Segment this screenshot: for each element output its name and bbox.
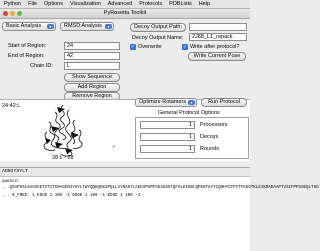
analysis-combo-label: Basic Analysis bbox=[6, 23, 42, 29]
close-window-icon[interactable] bbox=[3, 11, 8, 16]
sequence-label: quence: bbox=[2, 180, 20, 184]
region-list-item[interactable]: 24:42:L bbox=[2, 103, 20, 109]
start-region-input[interactable]: 24 bbox=[64, 42, 120, 50]
sequence-output-area[interactable]: ADNIYSYLT quence: ...QSAPSSLSASVGETVTITC… bbox=[0, 167, 319, 251]
window-title: PyRosetta Toolkit bbox=[103, 10, 147, 16]
region-panel: Basic Analysis ▾ RMSD Analysis ▾ Start o… bbox=[0, 19, 125, 101]
axis-marker: ✦ bbox=[112, 144, 116, 149]
menu-options[interactable]: Options bbox=[44, 1, 63, 7]
show-sequence-button[interactable]: Show Sequence bbox=[64, 73, 120, 82]
start-region-label: Start of Region: bbox=[8, 43, 47, 49]
overwrite-label: Overwrite bbox=[138, 44, 162, 50]
structure-viewer[interactable]: 24:42:L ✦ Optimize Rotamers ▾ Run Protoc… bbox=[0, 98, 250, 163]
end-region-input[interactable]: 42 bbox=[64, 52, 120, 60]
rounds-input[interactable]: 1 bbox=[140, 145, 195, 153]
fold-tree-text: ... 0_FREE: 1 EDGE 1 105 -1 EDGE 1 106 -… bbox=[2, 194, 141, 198]
protocol-options-title: General Protocol Options bbox=[158, 110, 220, 116]
sequence-text: ...QSAPSSLSASVGETVTITCRASENIYSYLTWYQQKQG… bbox=[2, 186, 319, 190]
menu-pdblists[interactable]: PDBLists bbox=[169, 1, 192, 7]
rounds-label: Rounds bbox=[200, 146, 219, 152]
menu-visualization[interactable]: Visualization bbox=[70, 1, 101, 7]
end-region-label: End of Region: bbox=[8, 53, 45, 59]
run-protocol-button[interactable]: Run Protocol bbox=[201, 98, 247, 107]
output-panel: Decoy Output Path: Decoy Output Name: 2J… bbox=[125, 19, 250, 99]
decoy-output-name-label: Decoy Output Name: bbox=[132, 35, 184, 41]
decoys-input[interactable]: 1 bbox=[140, 133, 195, 141]
processors-input[interactable]: 1 bbox=[140, 121, 195, 129]
protocol-combo-label: Optimize Rotamers bbox=[139, 99, 187, 105]
minimize-window-icon[interactable] bbox=[10, 11, 15, 16]
decoy-output-path-input[interactable] bbox=[189, 23, 247, 31]
write-after-protocol-checkbox[interactable]: ✓ bbox=[182, 44, 188, 50]
overwrite-checkbox[interactable]: ✓ bbox=[130, 44, 136, 50]
status-bar: 28 L - 28 bbox=[0, 155, 250, 166]
menu-advanced[interactable]: Advanced bbox=[108, 1, 132, 7]
sequence-header: ADNIYSYLT bbox=[0, 168, 250, 177]
chevron-down-icon: ▾ bbox=[105, 24, 112, 29]
protocol-combo[interactable]: Optimize Rotamers ▾ bbox=[135, 98, 197, 107]
menu-help[interactable]: Help bbox=[199, 1, 210, 7]
protocol-options-box: 1 Processors 1 Decoys 1 Rounds bbox=[135, 117, 249, 159]
decoy-output-name-input[interactable]: 2J88_L1_repack bbox=[189, 33, 247, 41]
pose-position-label: 28 L - 28 bbox=[52, 155, 74, 161]
write-current-pose-button[interactable]: Write Current Pose bbox=[188, 52, 246, 61]
chevron-down-icon: ▾ bbox=[47, 24, 54, 29]
sequence-header-text: ADNIYSYLT bbox=[2, 169, 28, 174]
write-after-protocol-label: Write after protocol? bbox=[190, 44, 240, 50]
menu-file[interactable]: File bbox=[28, 1, 37, 7]
decoys-label: Decoys bbox=[200, 134, 219, 140]
decoy-output-path-button[interactable]: Decoy Output Path: bbox=[130, 23, 186, 32]
chevron-down-icon: ▾ bbox=[188, 100, 195, 105]
rmsd-combo[interactable]: RMSD Analysis ▾ bbox=[60, 22, 114, 31]
window-title-bar: PyRosetta Toolkit bbox=[0, 9, 250, 19]
chain-id-input[interactable]: L bbox=[64, 62, 120, 70]
zoom-window-icon[interactable] bbox=[17, 11, 22, 16]
menu-bar: Python File Options Visualization Advanc… bbox=[0, 0, 250, 9]
processors-label: Processors bbox=[200, 122, 228, 128]
menu-protocols[interactable]: Protocols bbox=[139, 1, 162, 7]
viewer-pane[interactable]: 24:42:L ✦ bbox=[0, 100, 130, 162]
chain-id-label: Chain ID: bbox=[30, 63, 53, 69]
analysis-combo[interactable]: Basic Analysis ▾ bbox=[2, 22, 56, 31]
add-region-button[interactable]: Add Region bbox=[64, 83, 120, 92]
menu-python[interactable]: Python bbox=[4, 1, 21, 7]
protein-ribbon-image bbox=[43, 104, 83, 157]
rmsd-combo-label: RMSD Analysis bbox=[64, 23, 102, 29]
